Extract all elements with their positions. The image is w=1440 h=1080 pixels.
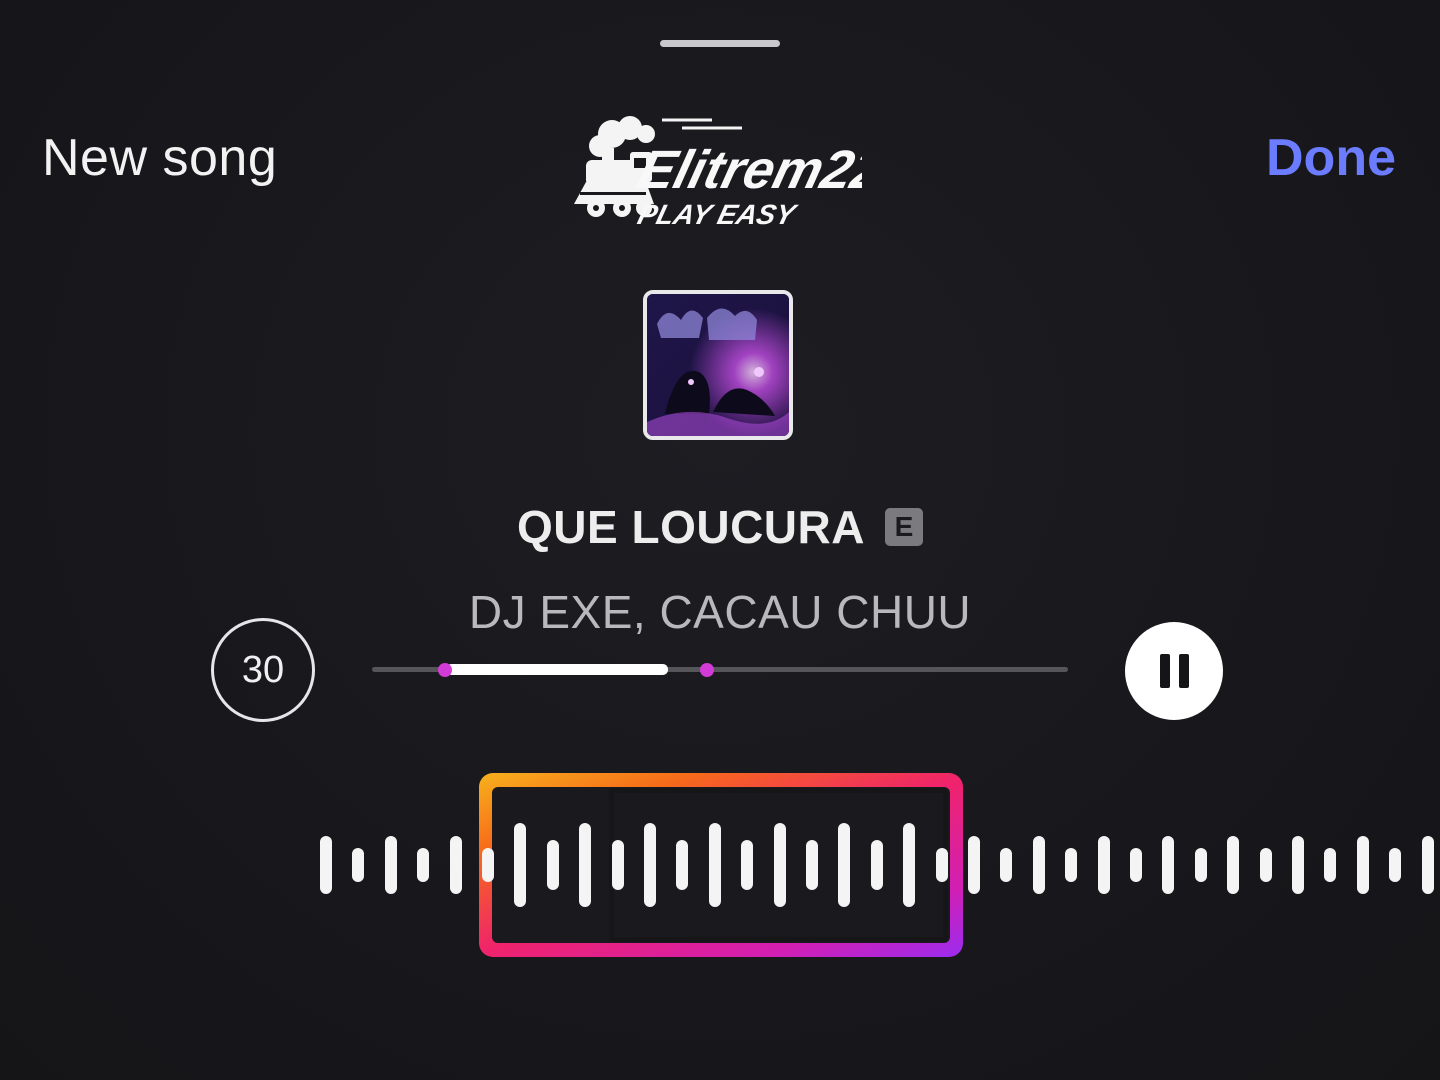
album-art xyxy=(643,290,793,440)
waveform-bar xyxy=(773,823,786,907)
waveform-bar xyxy=(546,840,559,890)
waveform-bar xyxy=(1389,848,1402,882)
new-song-button[interactable]: New song xyxy=(42,128,277,188)
waveform-bar xyxy=(320,836,332,894)
waveform-bar xyxy=(1292,836,1304,894)
artist-name: DJ EXE, CACAU CHUU xyxy=(468,586,972,638)
waveform-bar xyxy=(611,840,624,890)
waveform-bar xyxy=(384,836,397,894)
waveform-bar xyxy=(1130,848,1142,882)
audio-waveform[interactable] xyxy=(0,760,1440,980)
waveform-bar xyxy=(741,840,754,890)
waveform-bar xyxy=(1324,848,1337,882)
waveform-bar xyxy=(449,836,462,894)
explicit-badge: E xyxy=(884,508,923,546)
waveform-bar xyxy=(482,848,494,882)
pause-icon xyxy=(1159,654,1170,688)
waveform-bar xyxy=(806,840,818,890)
waveform-bar xyxy=(1162,836,1175,894)
waveform-bar xyxy=(935,848,948,882)
song-title-row: QUE LOUCURA E xyxy=(0,500,1440,554)
pause-icon-bar xyxy=(1178,654,1189,688)
pause-button[interactable] xyxy=(1125,622,1223,720)
waveform-bar xyxy=(1259,848,1272,882)
waveform-bar xyxy=(1356,836,1369,894)
waveform-bar xyxy=(870,840,883,890)
watermark-logo: Elitrem22 PLAY EASY xyxy=(574,116,862,231)
selection-end-marker xyxy=(700,663,714,677)
waveform-bar xyxy=(514,823,527,907)
waveform-bar xyxy=(903,823,916,907)
waveform-bar xyxy=(352,848,365,882)
waveform-bar xyxy=(708,823,721,907)
waveform-bar xyxy=(968,836,980,894)
waveform-bar xyxy=(1032,836,1045,894)
waveform-bar xyxy=(676,840,689,890)
waveform-bar xyxy=(1227,836,1240,894)
progress-fill xyxy=(446,664,668,675)
song-title: QUE LOUCURA xyxy=(517,501,865,553)
waveform-bar xyxy=(1097,836,1110,894)
waveform-bar xyxy=(1000,848,1013,882)
waveform-bar xyxy=(579,823,592,907)
waveform-bar xyxy=(838,823,851,907)
music-picker-sheet: New song Done Elitrem22 PLAY EASY QUE LO… xyxy=(0,0,1440,1080)
waveform-bar xyxy=(1421,836,1434,894)
waveform-bar xyxy=(644,823,656,907)
clip-duration-button[interactable]: 30 xyxy=(211,618,315,722)
selection-start-marker xyxy=(438,663,452,677)
sheet-drag-handle[interactable] xyxy=(660,40,780,47)
watermark-brand-text: Elitrem22 xyxy=(632,139,862,200)
done-button[interactable]: Done xyxy=(1266,128,1396,188)
watermark-tagline-text: PLAY EASY xyxy=(634,199,801,231)
waveform-bar xyxy=(417,848,430,882)
waveform-bar xyxy=(1065,848,1078,882)
waveform-bar xyxy=(1194,848,1207,882)
